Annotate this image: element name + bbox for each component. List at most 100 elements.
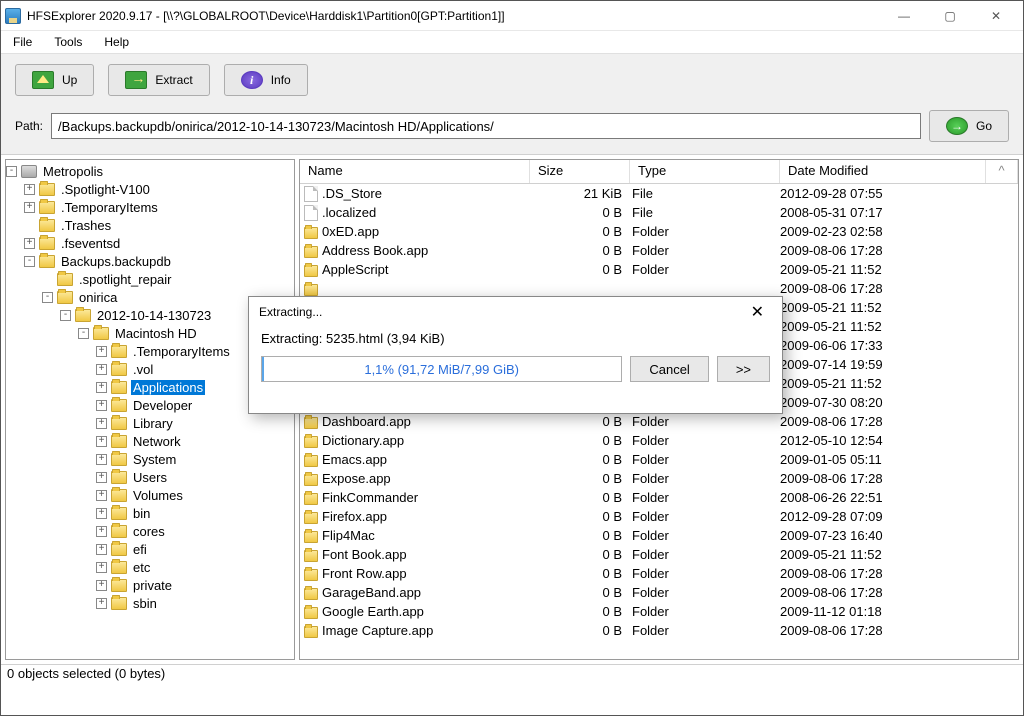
cancel-button[interactable]: Cancel: [630, 356, 708, 382]
collapse-icon[interactable]: -: [24, 256, 35, 267]
col-name[interactable]: Name: [300, 160, 530, 183]
folder-icon: [39, 255, 55, 268]
table-row[interactable]: GarageBand.app0 BFolder2009-08-06 17:28: [300, 583, 1018, 602]
file-date: 2009-08-06 17:28: [780, 281, 1018, 296]
table-row[interactable]: Address Book.app0 BFolder2009-08-06 17:2…: [300, 241, 1018, 260]
expand-icon[interactable]: +: [24, 238, 35, 249]
collapse-icon[interactable]: -: [78, 328, 89, 339]
table-row[interactable]: Flip4Mac0 BFolder2009-07-23 16:40: [300, 526, 1018, 545]
file-size: 0 B: [530, 471, 630, 486]
tree-node[interactable]: +sbin: [6, 594, 294, 612]
up-button[interactable]: Up: [15, 64, 94, 96]
collapse-icon[interactable]: -: [6, 166, 17, 177]
tree-label: Applications: [131, 380, 205, 395]
tree-node[interactable]: -Backups.backupdb: [6, 252, 294, 270]
folder-icon: [111, 561, 127, 574]
expand-icon[interactable]: +: [96, 346, 107, 357]
expand-icon[interactable]: +: [96, 364, 107, 375]
folder-icon: [111, 435, 127, 448]
window-controls: — ▢ ✕: [881, 1, 1019, 31]
file-size: 0 B: [530, 528, 630, 543]
tree-node[interactable]: +cores: [6, 522, 294, 540]
table-row[interactable]: Google Earth.app0 BFolder2009-11-12 01:1…: [300, 602, 1018, 621]
expand-icon[interactable]: +: [96, 544, 107, 555]
expand-icon[interactable]: +: [96, 436, 107, 447]
file-date: 2009-05-21 11:52: [780, 376, 1018, 391]
table-row[interactable]: AppleScript0 BFolder2009-05-21 11:52: [300, 260, 1018, 279]
extract-button[interactable]: Extract: [108, 64, 209, 96]
expand-icon[interactable]: +: [96, 400, 107, 411]
go-button[interactable]: → Go: [929, 110, 1009, 142]
expand-icon[interactable]: +: [96, 490, 107, 501]
path-input[interactable]: [51, 113, 921, 139]
table-row[interactable]: Dictionary.app0 BFolder2012-05-10 12:54: [300, 431, 1018, 450]
tree-node[interactable]: .spotlight_repair: [6, 270, 294, 288]
tree-node[interactable]: +Network: [6, 432, 294, 450]
menu-help[interactable]: Help: [100, 33, 133, 51]
collapse-icon[interactable]: -: [60, 310, 71, 321]
expand-icon[interactable]: +: [24, 184, 35, 195]
table-row[interactable]: FinkCommander0 BFolder2008-06-26 22:51: [300, 488, 1018, 507]
expand-icon[interactable]: +: [96, 526, 107, 537]
expand-icon[interactable]: +: [96, 580, 107, 591]
menu-tools[interactable]: Tools: [50, 33, 86, 51]
folder-icon: [304, 531, 318, 543]
table-row[interactable]: .localized0 BFile2008-05-31 07:17: [300, 203, 1018, 222]
tree-node[interactable]: +Volumes: [6, 486, 294, 504]
expand-icon[interactable]: +: [96, 598, 107, 609]
file-type: Folder: [630, 509, 780, 524]
tree-node[interactable]: + etc: [6, 558, 294, 576]
maximize-button[interactable]: ▢: [927, 1, 973, 31]
expand-icon[interactable]: +: [24, 202, 35, 213]
collapse-icon[interactable]: -: [42, 292, 53, 303]
col-sort[interactable]: ^: [986, 160, 1018, 183]
minimize-button[interactable]: —: [881, 1, 927, 31]
tree-node[interactable]: +Users: [6, 468, 294, 486]
file-date: 2009-08-06 17:28: [780, 414, 1018, 429]
tree-node[interactable]: + .Spotlight-V100: [6, 180, 294, 198]
tree-node[interactable]: +efi: [6, 540, 294, 558]
expand-icon[interactable]: +: [96, 454, 107, 465]
tree-node[interactable]: +Library: [6, 414, 294, 432]
file-name: Font Book.app: [322, 547, 407, 562]
extract-icon: [125, 71, 147, 89]
table-row[interactable]: Front Row.app0 BFolder2009-08-06 17:28: [300, 564, 1018, 583]
tree-label: etc: [131, 560, 152, 575]
table-row[interactable]: Image Capture.app0 BFolder2009-08-06 17:…: [300, 621, 1018, 640]
tree-node[interactable]: + System: [6, 450, 294, 468]
tree-node[interactable]: + .fseventsd: [6, 234, 294, 252]
col-date[interactable]: Date Modified: [780, 160, 986, 183]
expand-icon[interactable]: +: [96, 418, 107, 429]
table-row[interactable]: 0xED.app0 BFolder2009-02-23 02:58: [300, 222, 1018, 241]
col-type[interactable]: Type: [630, 160, 780, 183]
file-date: 2009-07-23 16:40: [780, 528, 1018, 543]
tree-node[interactable]: +private: [6, 576, 294, 594]
table-row[interactable]: Font Book.app0 BFolder2009-05-21 11:52: [300, 545, 1018, 564]
skip-button[interactable]: >>: [717, 356, 770, 382]
table-row[interactable]: Firefox.app0 BFolder2012-09-28 07:09: [300, 507, 1018, 526]
close-button[interactable]: ✕: [973, 1, 1019, 31]
table-row[interactable]: Expose.app0 BFolder2009-08-06 17:28: [300, 469, 1018, 488]
dialog-close-button[interactable]: ✕: [743, 300, 772, 324]
info-button[interactable]: i Info: [224, 64, 308, 96]
expand-icon[interactable]: +: [96, 472, 107, 483]
tree-node[interactable]: -Metropolis: [6, 162, 294, 180]
col-size[interactable]: Size: [530, 160, 630, 183]
tree-node[interactable]: +.TemporaryItems: [6, 198, 294, 216]
expand-icon[interactable]: +: [96, 508, 107, 519]
disk-icon: [21, 165, 37, 178]
expand-icon[interactable]: +: [96, 382, 107, 393]
table-row[interactable]: .DS_Store21 KiBFile2012-09-28 07:55: [300, 184, 1018, 203]
expand-icon[interactable]: +: [96, 562, 107, 573]
file-date: 2009-08-06 17:28: [780, 243, 1018, 258]
tree-label: System: [131, 452, 178, 467]
table-row[interactable]: Dashboard.app0 BFolder2009-08-06 17:28: [300, 412, 1018, 431]
tree-node[interactable]: +bin: [6, 504, 294, 522]
tree-label: .fseventsd: [59, 236, 122, 251]
tree-label: .Spotlight-V100: [59, 182, 152, 197]
tree-node[interactable]: .Trashes: [6, 216, 294, 234]
file-size: 0 B: [530, 433, 630, 448]
table-row[interactable]: Emacs.app0 BFolder2009-01-05 05:11: [300, 450, 1018, 469]
file-name: Dictionary.app: [322, 433, 404, 448]
menu-file[interactable]: File: [9, 33, 36, 51]
